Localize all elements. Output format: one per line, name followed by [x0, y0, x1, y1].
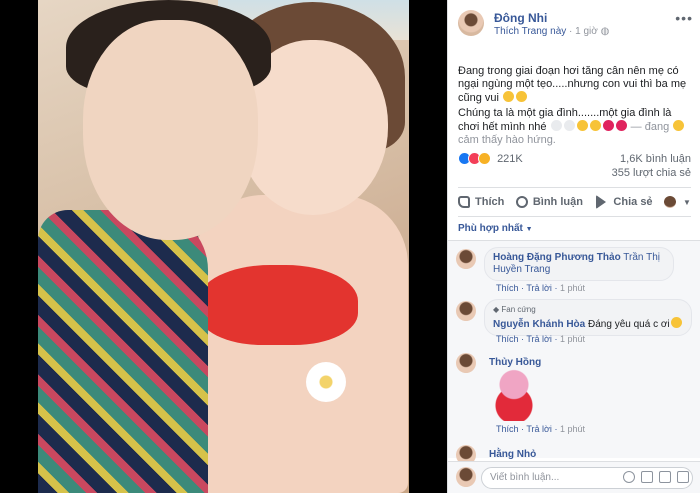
share-count[interactable]: 355 lượt chia sẻ: [612, 166, 691, 180]
comment-bubble: Hoàng Đặng Phương Thảo Trần Thị Huyền Tr…: [484, 247, 674, 281]
commenter-avatar[interactable]: [456, 301, 476, 321]
smile-emoji-icon: [576, 120, 588, 131]
divider: [458, 187, 691, 188]
caret-down-icon: ▼: [683, 197, 691, 207]
divider: [458, 216, 691, 217]
comment-reply-link[interactable]: Trả lời: [526, 424, 552, 434]
post-side-panel: Đông Nhi Thích Trang này · 1 giờ ◍ ••• Đ…: [447, 0, 700, 493]
comment-button-label: Bình luận: [532, 196, 583, 208]
comment-sort-dropdown[interactable]: Phù hợp nhất ▼: [458, 223, 533, 234]
feeling-prefix: — đang: [630, 121, 670, 133]
post-text-paragraph-2: Chúng ta là một gia đình.......một gia đ…: [458, 107, 691, 147]
photo-viewer: Đông Nhi Thích Trang này · 1 giờ ◍ ••• Đ…: [0, 0, 700, 493]
comment-like-link[interactable]: Thích: [496, 424, 519, 434]
commenter-name[interactable]: Hằng Nhỏ: [489, 449, 536, 460]
comment-like-link[interactable]: Thích: [496, 334, 519, 344]
photo-red-bikini: [198, 265, 358, 345]
post-text-line-1: Đang trong giai đoạn hơi tăng cân nên mẹ…: [458, 65, 687, 104]
share-button-label: Chia sẻ: [613, 196, 653, 208]
comment-time[interactable]: 1 phút: [560, 334, 585, 344]
comment-sort-label: Phù hợp nhất: [458, 223, 523, 234]
like-button-label: Thích: [475, 196, 505, 208]
grin-emoji-icon: [503, 91, 515, 102]
like-button[interactable]: Thích: [458, 196, 504, 208]
thumbs-up-icon: [458, 196, 470, 208]
comment-reply-link[interactable]: Trả lời: [526, 283, 552, 293]
comments-list: Hoàng Đặng Phương Thảo Trần Thị Huyền Tr…: [448, 240, 700, 465]
commenter-avatar[interactable]: [456, 249, 476, 269]
share-arrow-icon: [596, 195, 607, 209]
commenter-name[interactable]: Hoàng Đặng Phương Thảo: [493, 252, 621, 263]
post-as-selector[interactable]: ▼: [664, 196, 691, 208]
photo-backdrop[interactable]: [0, 0, 447, 493]
comment-links: Thích · Trả lời · 1 phút: [496, 424, 585, 434]
heart-emoji-icon: [602, 120, 614, 131]
post-time[interactable]: 1 giờ: [575, 26, 598, 37]
comment-like-link[interactable]: Thích: [496, 283, 519, 293]
comment-time[interactable]: 1 phút: [560, 424, 585, 434]
commenter-avatar[interactable]: [456, 353, 476, 373]
comment-count[interactable]: 1,6K bình luận: [612, 152, 691, 166]
comment-links: Thích · Trả lời · 1 phút: [496, 283, 585, 293]
post-meta: Thích Trang này · 1 giờ ◍: [494, 26, 609, 37]
gif-icon[interactable]: [659, 471, 671, 483]
sticker-icon[interactable]: [677, 471, 689, 483]
heart-emoji-icon: [615, 120, 627, 131]
heart-sticker-icon[interactable]: [489, 369, 539, 421]
wink-emoji-icon: [670, 317, 682, 328]
fan-badge-label: Fan cứng: [501, 305, 536, 314]
more-options-icon[interactable]: •••: [675, 10, 693, 26]
emoji-icon[interactable]: [623, 471, 635, 483]
photo-man-shirt: [38, 210, 208, 493]
chevron-down-icon: ▼: [525, 226, 533, 233]
camera-icon[interactable]: [641, 471, 653, 483]
comment-time[interactable]: 1 phút: [560, 283, 585, 293]
comment-button[interactable]: Bình luận: [515, 196, 583, 208]
user-avatar-small: [664, 196, 677, 208]
page-name-link[interactable]: Đông Nhi: [494, 11, 547, 25]
post-photo[interactable]: [38, 0, 409, 493]
share-button[interactable]: Chia sẻ: [594, 195, 653, 209]
action-bar: Thích Bình luận Chia sẻ ▼: [458, 190, 691, 214]
commenter-name[interactable]: Thủy Hồng: [489, 357, 541, 368]
grin-emoji-icon: [516, 91, 528, 102]
comment-icon: [515, 196, 528, 208]
commenter-name[interactable]: Nguyễn Khánh Hòa: [493, 319, 585, 330]
current-user-avatar: [456, 467, 476, 487]
reaction-count[interactable]: 221K: [497, 153, 523, 165]
comment-reply-link[interactable]: Trả lời: [526, 334, 552, 344]
like-page-link[interactable]: Thích Trang này: [494, 26, 566, 37]
comment-composer: Viết bình luận...: [448, 461, 700, 493]
haha-reaction-icon[interactable]: [478, 152, 491, 165]
ghost-emoji-icon: [550, 120, 562, 131]
engagement-stats: 1,6K bình luận 355 lượt chia sẻ: [612, 152, 691, 180]
fan-badge: ◆ Fan cứng: [493, 305, 536, 314]
photo-flower: [306, 362, 346, 402]
post-text-paragraph-1: Đang trong giai đoạn hơi tăng cân nên mẹ…: [458, 65, 691, 105]
excited-emoji-icon: [673, 120, 685, 131]
post-text: Đang trong giai đoạn hơi tăng cân nên mẹ…: [458, 65, 691, 149]
smile-emoji-icon: [589, 120, 601, 131]
reactions-bar: 221K 1,6K bình luận 355 lượt chia sẻ: [458, 152, 691, 186]
comment-text: Đáng yêu quá c ơi: [588, 319, 670, 330]
page-avatar[interactable]: [458, 10, 484, 36]
ghost-emoji-icon: [563, 120, 575, 131]
comment-links: Thích · Trả lời · 1 phút: [496, 334, 585, 344]
post-header: Đông Nhi Thích Trang này · 1 giờ ◍ •••: [458, 10, 693, 40]
composer-tools: [623, 471, 689, 483]
comment-bubble: ◆ Fan cứng Nguyễn Khánh Hòa Đáng yêu quá…: [484, 299, 692, 336]
feeling-text: cảm thấy hào hứng.: [458, 134, 556, 146]
photo-man-face: [83, 20, 258, 240]
globe-icon: ◍: [600, 26, 610, 37]
